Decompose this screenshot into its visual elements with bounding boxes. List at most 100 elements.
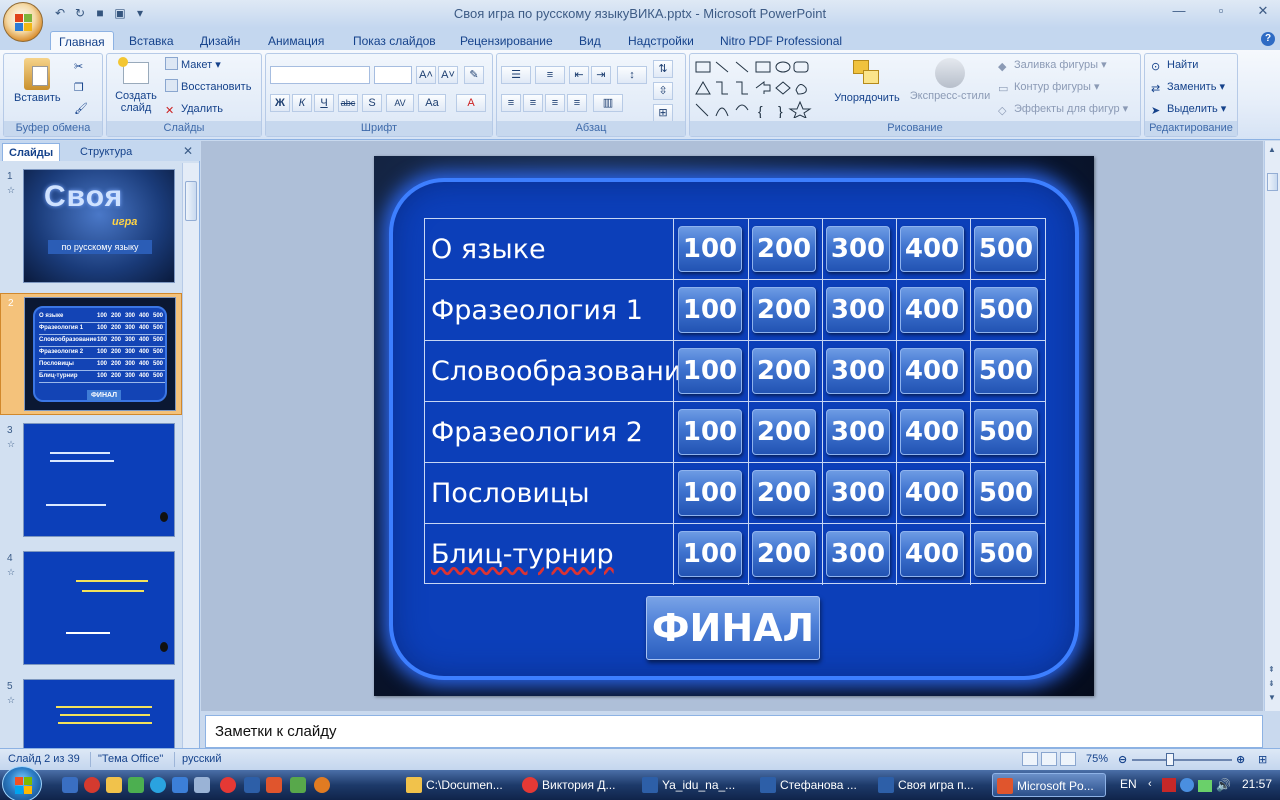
delete-slide-button[interactable]: ✕ Удалить <box>165 100 223 118</box>
points-button[interactable]: 400 <box>900 226 964 272</box>
minimize-icon[interactable]: — <box>1168 3 1190 19</box>
paste-button[interactable]: Вставить <box>14 58 61 104</box>
columns-icon[interactable]: ▥ <box>593 94 623 112</box>
quick-styles-button[interactable]: Экспресс-стили <box>908 58 992 102</box>
taskbar-item-word-1[interactable]: Ya_idu_na_... <box>638 773 748 797</box>
shadow-icon[interactable]: S <box>362 94 382 112</box>
align-text-icon[interactable]: ⇳ <box>653 82 673 100</box>
taskbar-item-word-2[interactable]: Стефанова ... <box>756 773 868 797</box>
points-button[interactable]: 200 <box>752 348 816 394</box>
copy-icon[interactable]: ❐ <box>74 79 84 97</box>
folder-icon[interactable] <box>106 777 122 793</box>
start-button[interactable] <box>2 766 42 800</box>
justify-icon[interactable]: ≡ <box>567 94 587 112</box>
slide-sorter-icon[interactable] <box>1041 752 1057 766</box>
volume-icon[interactable]: 🔊 <box>1216 778 1231 792</box>
taskbar-item-explorer[interactable]: C:\Documen... <box>402 773 512 797</box>
points-button[interactable]: 200 <box>752 226 816 272</box>
help-icon[interactable]: ? <box>1261 32 1275 46</box>
notes-field[interactable]: Заметки к слайду <box>205 715 1263 748</box>
clear-format-icon[interactable]: ✎ <box>464 66 484 84</box>
zoom-level[interactable]: 75% <box>1086 753 1108 765</box>
tab-insert[interactable]: Вставка <box>121 31 182 51</box>
points-button[interactable]: 300 <box>826 226 890 272</box>
points-button[interactable]: 500 <box>974 287 1038 333</box>
points-button[interactable]: 100 <box>678 531 742 577</box>
shape-fill-button[interactable]: ◆ Заливка фигуры ▾ <box>998 56 1107 74</box>
picasa-icon[interactable] <box>290 777 306 793</box>
points-button[interactable]: 100 <box>678 348 742 394</box>
tab-nitro-pdf[interactable]: Nitro PDF Professional <box>712 31 850 51</box>
points-button[interactable]: 400 <box>900 409 964 455</box>
format-painter-icon[interactable]: 🖌 <box>74 100 88 118</box>
system-clock[interactable]: 21:57 <box>1242 777 1272 791</box>
office-button[interactable] <box>3 2 43 42</box>
font-size-select[interactable] <box>374 66 412 84</box>
select-button[interactable]: ➤ Выделить ▾ <box>1151 100 1226 118</box>
powerpoint-icon[interactable] <box>266 777 282 793</box>
points-button[interactable]: 500 <box>974 348 1038 394</box>
points-button[interactable]: 500 <box>974 470 1038 516</box>
network-icon[interactable] <box>1180 778 1194 792</box>
language-indicator[interactable]: русский <box>182 753 221 765</box>
points-button[interactable]: 300 <box>826 470 890 516</box>
tab-design[interactable]: Дизайн <box>192 31 248 51</box>
points-button[interactable]: 200 <box>752 409 816 455</box>
taskbar-item-powerpoint[interactable]: Microsoft Po... <box>992 773 1106 797</box>
tab-outline[interactable]: Структура <box>74 143 138 161</box>
close-pane-icon[interactable]: ✕ <box>183 144 193 158</box>
font-family-select[interactable] <box>270 66 370 84</box>
char-spacing-icon[interactable]: AV <box>386 94 414 112</box>
slides-pane-scrollbar[interactable] <box>182 163 199 748</box>
replace-button[interactable]: ⇄ Заменить ▾ <box>1151 78 1225 96</box>
fit-slide-icon[interactable]: ⊞ <box>1258 753 1267 766</box>
points-button[interactable]: 300 <box>826 531 890 577</box>
tab-view[interactable]: Вид <box>571 31 609 51</box>
tab-addins[interactable]: Надстройки <box>620 31 702 51</box>
align-left-icon[interactable]: ≡ <box>501 94 521 112</box>
points-button[interactable]: 500 <box>974 409 1038 455</box>
shrink-font-icon[interactable]: A˅ <box>438 66 458 84</box>
tab-slides[interactable]: Слайды <box>2 143 61 161</box>
points-button[interactable]: 300 <box>826 409 890 455</box>
tray-expand-icon[interactable]: ‹ <box>1148 778 1152 790</box>
zoom-slider[interactable] <box>1132 759 1232 761</box>
layout-button[interactable]: Макет ▾ <box>165 56 221 74</box>
points-button[interactable]: 200 <box>752 287 816 333</box>
current-slide[interactable]: О языке 100 200 300 400 500 Фразеология 1 100 20… <box>374 156 1094 696</box>
points-button[interactable]: 200 <box>752 531 816 577</box>
points-button[interactable]: 400 <box>900 470 964 516</box>
opera-icon[interactable] <box>220 777 236 793</box>
tab-animation[interactable]: Анимация <box>260 31 332 51</box>
bold-icon[interactable]: Ж <box>270 94 290 112</box>
word-icon[interactable] <box>244 777 260 793</box>
taskbar-item-opera[interactable]: Виктория Д... <box>518 773 632 797</box>
points-button[interactable]: 400 <box>900 348 964 394</box>
shapes-gallery[interactable]: { } <box>694 60 822 118</box>
points-button[interactable]: 500 <box>974 531 1038 577</box>
thumbnail-slide-3[interactable]: 3 ☆ <box>0 421 182 543</box>
thumbnail-slide-5[interactable]: 5 ☆ <box>0 677 182 748</box>
firefox-icon[interactable] <box>314 777 330 793</box>
maximize-icon[interactable]: ▫ <box>1210 3 1232 19</box>
line-spacing-icon[interactable]: ↕ <box>617 66 647 84</box>
points-button[interactable]: 100 <box>678 409 742 455</box>
grow-font-icon[interactable]: A˄ <box>416 66 436 84</box>
tab-slideshow[interactable]: Показ слайдов <box>345 31 444 51</box>
align-center-icon[interactable]: ≡ <box>523 94 543 112</box>
decrease-indent-icon[interactable]: ⇤ <box>569 66 589 84</box>
cut-icon[interactable]: ✂ <box>74 58 83 76</box>
strikethrough-icon[interactable]: abc <box>338 94 358 112</box>
ie-icon[interactable] <box>172 777 188 793</box>
arrange-button[interactable]: Упорядочить <box>830 58 904 104</box>
bullets-icon[interactable]: ☰ <box>501 66 531 84</box>
increase-indent-icon[interactable]: ⇥ <box>591 66 611 84</box>
signal-icon[interactable] <box>1198 780 1212 792</box>
tab-review[interactable]: Рецензирование <box>452 31 561 51</box>
align-right-icon[interactable]: ≡ <box>545 94 565 112</box>
media-icon[interactable] <box>150 777 166 793</box>
antivirus-icon[interactable] <box>1162 778 1176 792</box>
explorer-icon[interactable] <box>194 777 210 793</box>
slideshow-view-icon[interactable] <box>1060 752 1076 766</box>
points-button[interactable]: 100 <box>678 470 742 516</box>
